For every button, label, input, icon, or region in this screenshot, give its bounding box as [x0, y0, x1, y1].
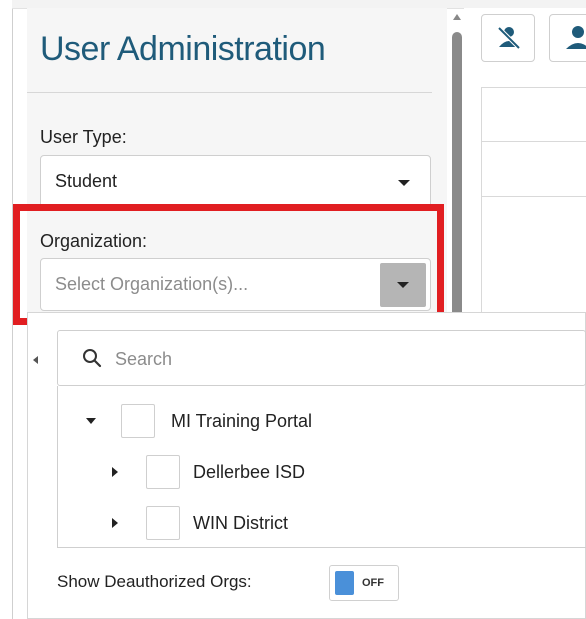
- toggle-state-text: OFF: [362, 577, 384, 589]
- panel-scrollbar[interactable]: [450, 8, 464, 322]
- caret-right-icon: [112, 467, 118, 477]
- org-search-input[interactable]: [113, 345, 537, 373]
- tree-item-label[interactable]: WIN District: [193, 513, 288, 534]
- tree-checkbox-dellerbee-isd[interactable]: [146, 455, 180, 489]
- collapse-arrow-icon: [33, 356, 38, 364]
- scroll-thumb[interactable]: [452, 32, 462, 322]
- chevron-down-icon: [398, 180, 410, 186]
- toggle-knob: [335, 571, 354, 595]
- show-deauthorized-toggle[interactable]: OFF: [329, 565, 399, 601]
- scroll-up-arrow-icon[interactable]: [453, 14, 461, 20]
- tree-item-label[interactable]: MI Training Portal: [171, 411, 312, 432]
- org-search-box[interactable]: [57, 330, 586, 386]
- user-type-value: Student: [55, 171, 118, 191]
- highlight-box: [13, 204, 444, 325]
- user-off-icon: [497, 26, 521, 50]
- window-left-edge: [0, 0, 13, 619]
- user-type-select[interactable]: Student: [40, 155, 431, 208]
- tree-item-label[interactable]: Dellerbee ISD: [193, 462, 305, 483]
- tree-checkbox-mi-training-portal[interactable]: [121, 404, 155, 438]
- grid-line: [481, 87, 586, 88]
- grid-line: [481, 196, 586, 197]
- show-deauthorized-label: Show Deauthorized Orgs:: [57, 572, 252, 591]
- caret-right-icon: [112, 518, 118, 528]
- deauthorize-user-button[interactable]: [481, 14, 535, 62]
- tree-toggle-dellerbee-isd[interactable]: [112, 454, 118, 490]
- user-button[interactable]: [549, 14, 586, 62]
- tree-checkbox-win-district[interactable]: [146, 506, 180, 540]
- user-icon: [566, 26, 586, 49]
- caret-down-icon: [86, 418, 96, 424]
- tree-toggle-win-district[interactable]: [112, 505, 118, 541]
- tree-toggle-mi-training-portal[interactable]: [86, 403, 96, 439]
- grid-line: [481, 87, 482, 312]
- page-title: User Administration: [40, 30, 326, 68]
- title-divider: [27, 92, 432, 93]
- user-type-label: User Type:: [40, 127, 127, 147]
- grid-line: [481, 141, 586, 142]
- search-icon: [83, 349, 102, 368]
